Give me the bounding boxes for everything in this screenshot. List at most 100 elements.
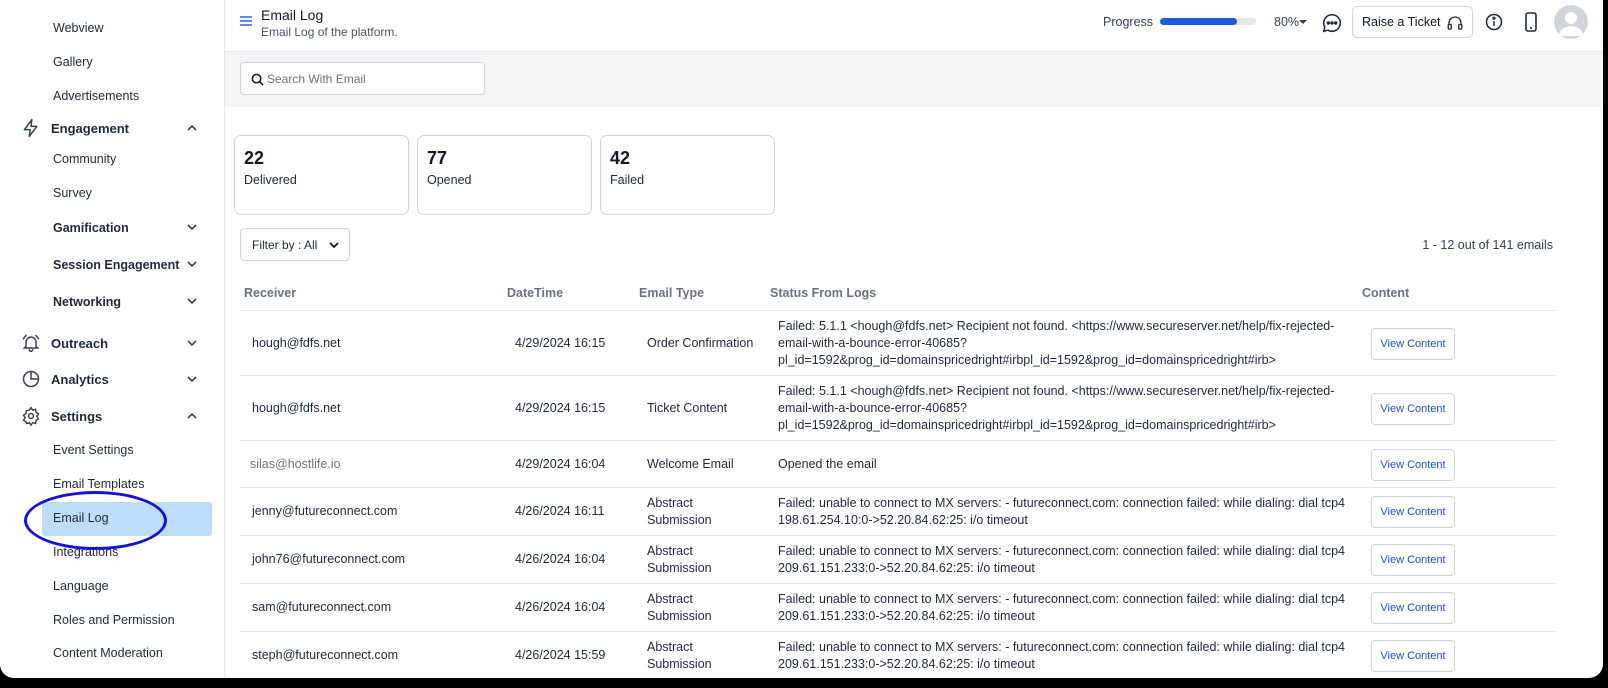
status-line: email-with-a-bounce-error-40685? [778,336,967,350]
column-header-status[interactable]: Status From Logs [770,286,876,300]
main-content: 22 Delivered 77 Opened 42 Failed Filter … [225,52,1603,678]
status-cell: Failed: unable to connect to MX servers:… [778,591,1345,625]
status-line: Failed: unable to connect to MX servers:… [778,496,1345,510]
receiver-cell: hough@fdfs.net [252,335,341,350]
column-header-receiver[interactable]: Receiver [244,286,296,300]
user-silhouette-icon [1559,12,1583,36]
stat-value: 77 [427,148,448,168]
view-content-button[interactable]: View Content [1371,448,1455,481]
status-line: Failed: unable to connect to MX servers:… [778,592,1345,606]
sidebar-item-advertisements[interactable]: Advertisements [53,89,139,103]
status-cell: Failed: unable to connect to MX servers:… [778,495,1345,529]
status-line: Failed: unable to connect to MX servers:… [778,640,1345,654]
sidebar-item-community[interactable]: Community [53,152,116,166]
view-content-button[interactable]: View Content [1371,496,1455,528]
sidebar-section-settings[interactable]: Settings [20,405,102,427]
filter-label: Filter by : All [252,237,318,252]
sidebar-group-session-engagement[interactable]: Session Engagement [53,258,179,272]
table-row: steph@futureconnect.com 4/26/2024 15:59 Ab… [240,632,1556,678]
raise-ticket-button[interactable]: Raise a Ticket [1352,6,1473,38]
sidebar-item-event-settings[interactable]: Event Settings [53,443,134,457]
email-type-cell: Ticket Content [647,400,727,417]
progress-bar [1160,18,1256,25]
column-header-email-type[interactable]: Email Type [639,286,704,300]
email-type-line: Abstract [647,496,693,510]
chevron-down-icon [329,242,339,249]
view-content-button[interactable]: View Content [1371,392,1455,425]
filter-dropdown[interactable]: Filter by : All [240,228,350,261]
receiver-cell: silas@hostlife.io [250,456,341,471]
email-type-cell: Abstract Submission [647,639,712,673]
gear-icon [20,405,42,427]
sidebar-item-survey[interactable]: Survey [53,186,92,200]
search-field[interactable] [240,62,485,95]
email-type-cell: Welcome Email [647,456,734,473]
email-type-line: Submission [647,657,712,671]
sidebar-section-outreach[interactable]: Outreach [20,332,108,354]
receiver-cell: sam@futureconnect.com [252,600,392,614]
stat-label: Delivered [244,173,297,187]
email-type-cell: Abstract Submission [647,495,712,529]
chevron-down-icon[interactable] [185,336,199,350]
sidebar-item-language[interactable]: Language [53,579,109,593]
email-type-line: Abstract [647,592,693,606]
search-icon [251,73,264,86]
stat-value: 22 [244,148,265,168]
column-header-datetime[interactable]: DateTime [507,286,563,300]
datetime-cell: 4/26/2024 16:04 [515,552,606,566]
column-header-content[interactable]: Content [1362,286,1409,300]
sidebar-item-roles-permission[interactable]: Roles and Permission [53,613,175,627]
email-type-line: Submission [647,561,712,575]
search-input[interactable] [267,68,477,90]
receiver-cell: steph@futureconnect.com [252,648,399,662]
pie-chart-icon [20,368,42,390]
raise-ticket-label: Raise a Ticket [1362,15,1441,29]
sidebar-section-label: Engagement [51,120,130,136]
view-content-button[interactable]: View Content [1371,327,1455,360]
mobile-phone-icon[interactable] [1524,12,1538,32]
view-content-button[interactable]: View Content [1371,544,1455,576]
view-content-button[interactable]: View Content [1371,592,1455,624]
status-cell: Failed: 5.1.1 <hough@fdfs.net> Recipient… [778,318,1334,369]
receiver-cell: jenny@futureconnect.com [252,504,398,518]
caret-down-icon[interactable] [1297,17,1309,27]
sidebar-group-gamification[interactable]: Gamification [53,221,129,235]
stat-value: 42 [610,148,631,168]
datetime-cell: 4/29/2024 16:15 [515,335,606,350]
table-row: silas@hostlife.io 4/29/2024 16:04 Welcome … [240,441,1556,488]
stat-card-opened: 77 Opened [417,135,592,215]
email-type-cell: Abstract Submission [647,543,712,577]
chat-bubble-icon[interactable] [1321,12,1343,34]
chevron-down-icon[interactable] [185,294,199,308]
chevron-down-icon[interactable] [185,257,199,271]
status-line: email-with-a-bounce-error-40685? [778,401,967,415]
sidebar-section-label: Settings [51,408,103,424]
chevron-down-icon[interactable] [185,372,199,386]
sidebar-item-content-moderation[interactable]: Content Moderation [53,646,163,660]
view-content-button[interactable]: View Content [1371,640,1455,672]
sidebar-item-gallery[interactable]: Gallery [53,55,93,69]
status-line: 209.61.151.233:0->52.20.84.62:25: i/o ti… [778,609,1035,623]
stat-label: Opened [427,173,472,187]
avatar[interactable] [1554,5,1588,39]
email-log-table: Receiver DateTime Email Type Status From… [240,274,1556,678]
chevron-down-icon[interactable] [185,220,199,234]
status-cell: Failed: unable to connect to MX servers:… [778,639,1345,673]
sidebar-item-email-templates[interactable]: Email Templates [53,477,144,491]
datetime-cell: 4/26/2024 16:04 [515,600,606,614]
sidebar: Webview Gallery Advertisements Engagemen… [0,0,225,678]
sidebar-section-engagement[interactable]: Engagement [20,117,129,139]
sidebar-item-webview[interactable]: Webview [53,21,103,35]
table-row: john76@futureconnect.com 4/26/2024 16:04 A… [240,536,1556,584]
chevron-up-icon[interactable] [185,121,199,135]
sidebar-group-networking[interactable]: Networking [53,295,121,309]
email-type-line: Abstract [647,544,693,558]
email-type-line: Order Confirmation [647,336,754,350]
sidebar-section-analytics[interactable]: Analytics [20,368,109,390]
info-icon[interactable] [1484,12,1504,32]
progress-bar-fill [1160,18,1237,25]
status-line: Failed: 5.1.1 <hough@fdfs.net> Recipient… [778,384,1335,398]
hamburger-menu-icon[interactable] [239,14,253,28]
chevron-up-icon[interactable] [185,409,199,423]
stat-card-delivered: 22 Delivered [234,135,409,215]
